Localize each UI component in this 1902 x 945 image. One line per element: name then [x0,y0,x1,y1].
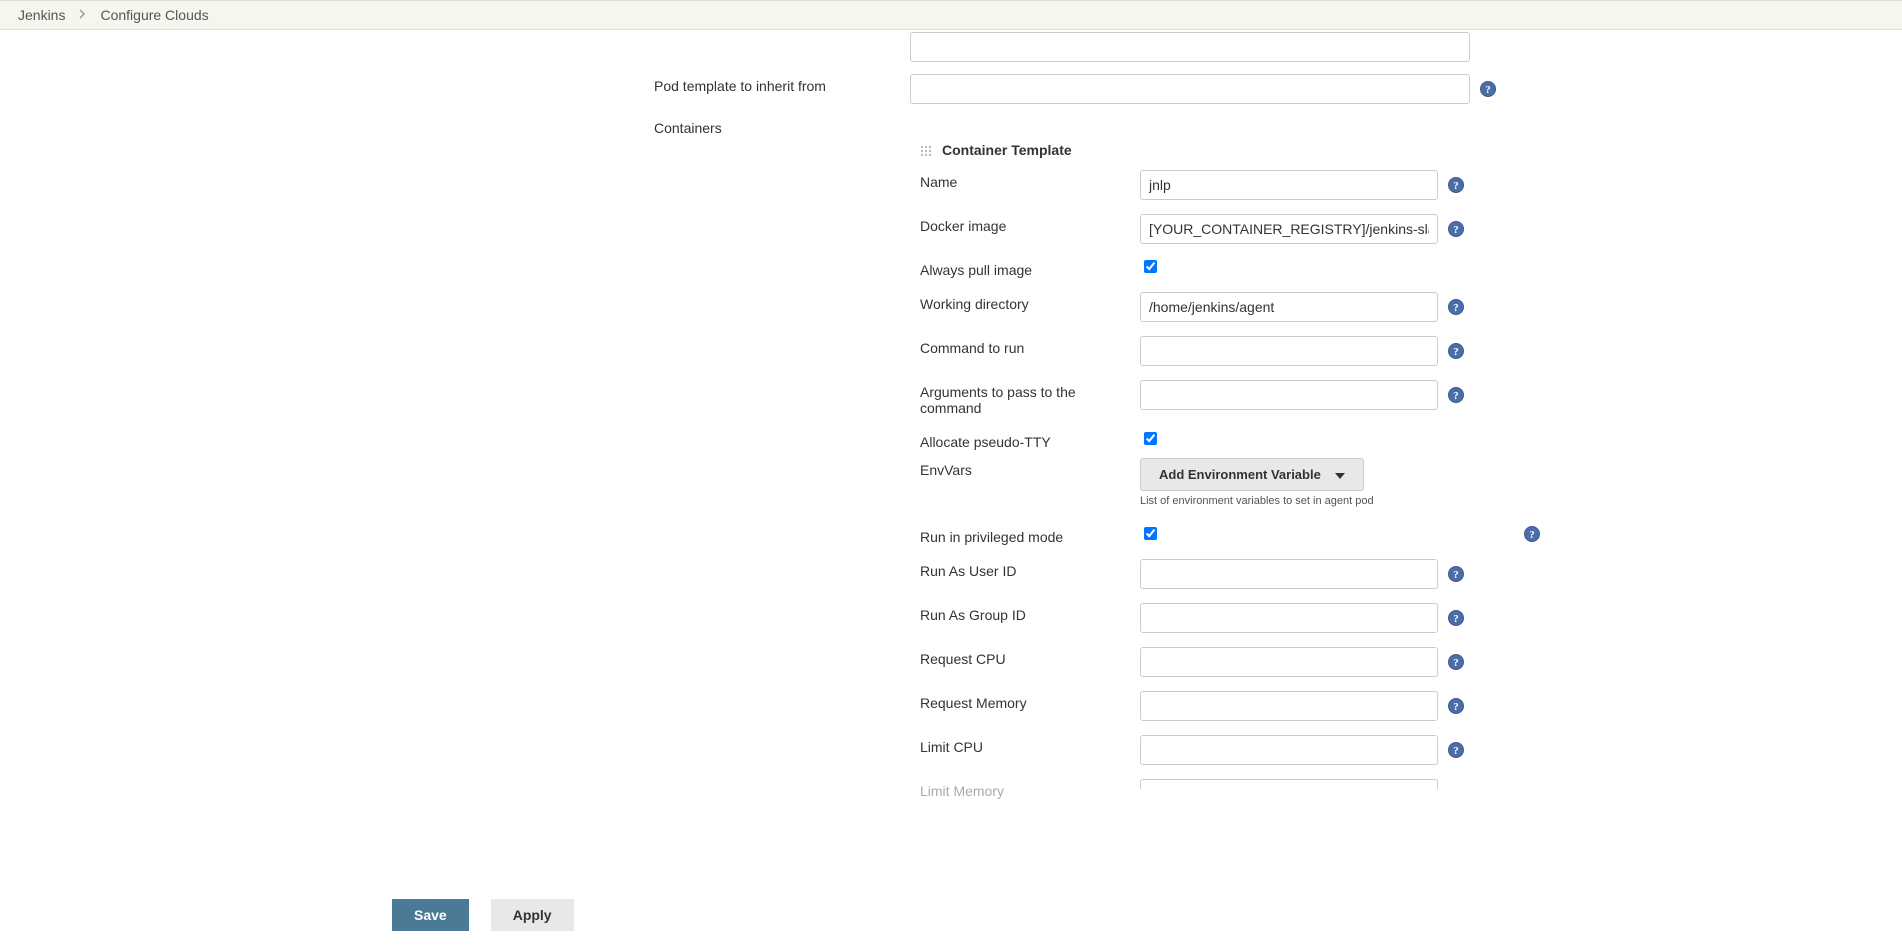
help-icon[interactable]: ? [1448,299,1464,315]
pseudo-tty-label: Allocate pseudo-TTY [920,430,1140,450]
svg-text:?: ? [1453,657,1459,669]
name-input[interactable] [1140,170,1438,200]
apply-button[interactable]: Apply [491,899,574,931]
svg-text:?: ? [1485,84,1491,96]
containers-label: Containers [0,116,910,136]
limit-memory-input[interactable] [1140,779,1438,789]
request-memory-input[interactable] [1140,691,1438,721]
envvars-description: List of environment variables to set in … [1140,495,1374,507]
breadcrumb-current[interactable]: Configure Clouds [100,7,208,23]
docker-image-label: Docker image [920,214,1140,234]
pod-template-inherit-label: Pod template to inherit from [0,74,910,94]
privileged-checkbox[interactable] [1144,527,1157,540]
svg-text:?: ? [1453,613,1459,625]
svg-text:?: ? [1453,390,1459,402]
privileged-label: Run in privileged mode [920,525,1140,545]
footer-bar: Save Apply [0,889,1902,945]
request-cpu-input[interactable] [1140,647,1438,677]
help-icon[interactable]: ? [1448,610,1464,626]
help-icon[interactable]: ? [1524,526,1540,542]
args-input[interactable] [1140,380,1438,410]
command-input[interactable] [1140,336,1438,366]
working-dir-input[interactable] [1140,292,1438,322]
request-memory-label: Request Memory [920,691,1140,711]
limit-cpu-label: Limit CPU [920,735,1140,755]
pod-template-inherit-input[interactable] [910,74,1470,104]
envvars-label: EnvVars [920,458,1140,478]
docker-image-input[interactable] [1140,214,1438,244]
help-icon[interactable]: ? [1448,387,1464,403]
run-as-group-label: Run As Group ID [920,603,1140,623]
container-template-title: Container Template [942,142,1072,158]
caret-down-icon [1335,467,1345,482]
add-env-var-button-label: Add Environment Variable [1159,467,1321,482]
chevron-right-icon [79,9,86,22]
help-icon[interactable]: ? [1448,221,1464,237]
svg-text:?: ? [1453,701,1459,713]
container-template-header: Container Template [920,142,1540,158]
svg-text:?: ? [1453,302,1459,314]
pseudo-tty-checkbox[interactable] [1144,432,1157,445]
previous-field-input[interactable] [910,32,1470,62]
svg-text:?: ? [1453,224,1459,236]
help-icon[interactable]: ? [1448,343,1464,359]
command-label: Command to run [920,336,1140,356]
help-icon[interactable]: ? [1448,698,1464,714]
field-label [0,32,910,36]
name-label: Name [920,170,1140,190]
working-dir-label: Working directory [920,292,1140,312]
svg-text:?: ? [1453,180,1459,192]
help-icon[interactable]: ? [1448,177,1464,193]
run-as-user-input[interactable] [1140,559,1438,589]
args-label: Arguments to pass to the command [920,380,1140,416]
breadcrumb: Jenkins Configure Clouds [0,0,1902,30]
request-cpu-label: Request CPU [920,647,1140,667]
save-button[interactable]: Save [392,899,469,931]
limit-cpu-input[interactable] [1140,735,1438,765]
always-pull-checkbox[interactable] [1144,260,1157,273]
limit-memory-label: Limit Memory [920,779,1140,799]
run-as-user-label: Run As User ID [920,559,1140,579]
add-env-var-button[interactable]: Add Environment Variable [1140,458,1364,491]
breadcrumb-root[interactable]: Jenkins [18,7,65,23]
svg-text:?: ? [1453,569,1459,581]
svg-text:?: ? [1453,346,1459,358]
help-icon[interactable]: ? [1448,654,1464,670]
help-icon[interactable]: ? [1480,81,1496,97]
help-icon[interactable]: ? [1448,742,1464,758]
svg-text:?: ? [1529,529,1535,541]
drag-handle-icon[interactable] [920,144,932,156]
svg-text:?: ? [1453,745,1459,757]
help-icon[interactable]: ? [1448,566,1464,582]
run-as-group-input[interactable] [1140,603,1438,633]
always-pull-label: Always pull image [920,258,1140,278]
